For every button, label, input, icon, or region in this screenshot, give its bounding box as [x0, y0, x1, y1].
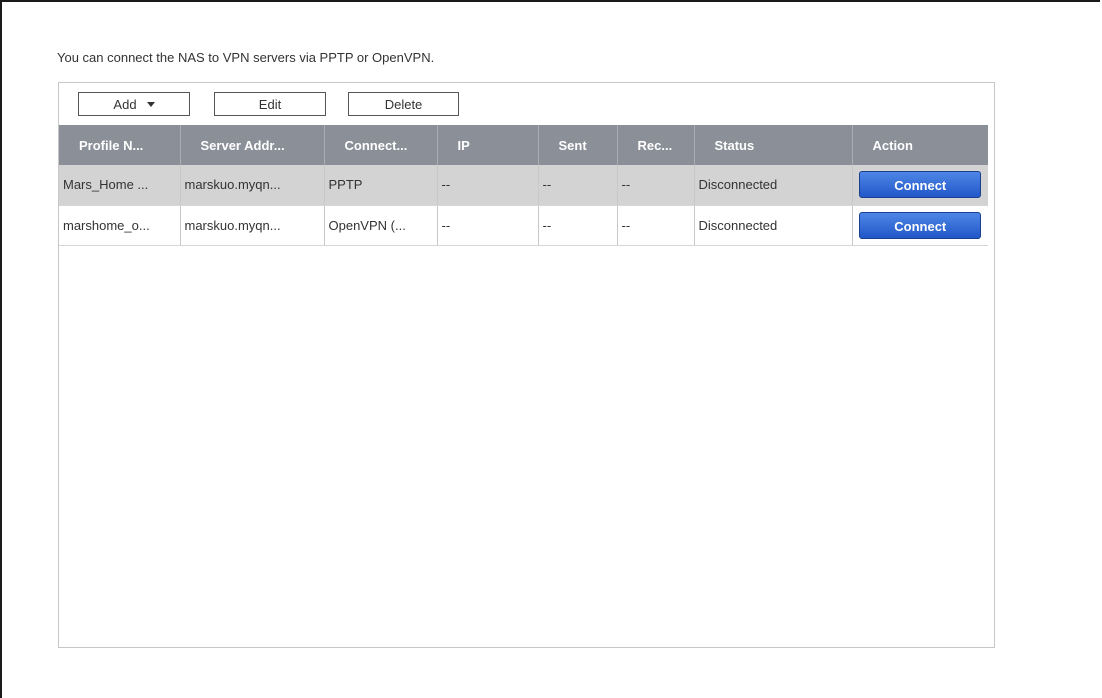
cell-received: -- — [617, 165, 695, 206]
cell-connection: OpenVPN (... — [324, 205, 438, 246]
delete-button[interactable]: Delete — [348, 92, 459, 116]
cell-connection: PPTP — [324, 165, 438, 206]
column-header-status[interactable]: Status — [694, 125, 853, 165]
cell-ip: -- — [437, 165, 539, 206]
cell-action: Connect — [852, 205, 988, 246]
add-button-label: Add — [113, 96, 137, 112]
column-header-ip[interactable]: IP — [437, 125, 539, 165]
cell-server: marskuo.myqn... — [180, 165, 325, 206]
toolbar: Add Edit Delete — [59, 83, 994, 125]
column-header-action: Action — [852, 125, 988, 165]
cell-action: Connect — [852, 165, 988, 206]
column-header-profile[interactable]: Profile N... — [59, 125, 181, 165]
cell-profile: Mars_Home ... — [59, 165, 181, 206]
caret-down-icon — [146, 101, 155, 107]
vpn-profile-panel: Add Edit Delete Profile N... Server Addr… — [58, 82, 995, 648]
connect-button[interactable]: Connect — [859, 211, 982, 239]
column-header-sent[interactable]: Sent — [538, 125, 618, 165]
connect-button[interactable]: Connect — [859, 171, 982, 199]
intro-text: You can connect the NAS to VPN servers v… — [57, 50, 435, 65]
table-header-row: Profile N... Server Addr... Connect... I… — [59, 125, 988, 165]
cell-profile: marshome_o... — [59, 205, 181, 246]
cell-ip: -- — [437, 205, 539, 246]
cell-server: marskuo.myqn... — [180, 205, 325, 246]
table-row[interactable]: marshome_o... marskuo.myqn... OpenVPN (.… — [59, 205, 988, 246]
edit-button[interactable]: Edit — [214, 92, 326, 116]
add-button[interactable]: Add — [78, 92, 190, 116]
cell-status: Disconnected — [694, 205, 853, 246]
cell-sent: -- — [538, 205, 618, 246]
cell-received: -- — [617, 205, 695, 246]
cell-status: Disconnected — [694, 165, 853, 206]
vpn-profile-table: Profile N... Server Addr... Connect... I… — [59, 125, 988, 246]
column-header-server[interactable]: Server Addr... — [180, 125, 325, 165]
table-row[interactable]: Mars_Home ... marskuo.myqn... PPTP -- --… — [59, 165, 988, 206]
column-header-connection[interactable]: Connect... — [324, 125, 438, 165]
column-header-received[interactable]: Rec... — [617, 125, 695, 165]
cell-sent: -- — [538, 165, 618, 206]
